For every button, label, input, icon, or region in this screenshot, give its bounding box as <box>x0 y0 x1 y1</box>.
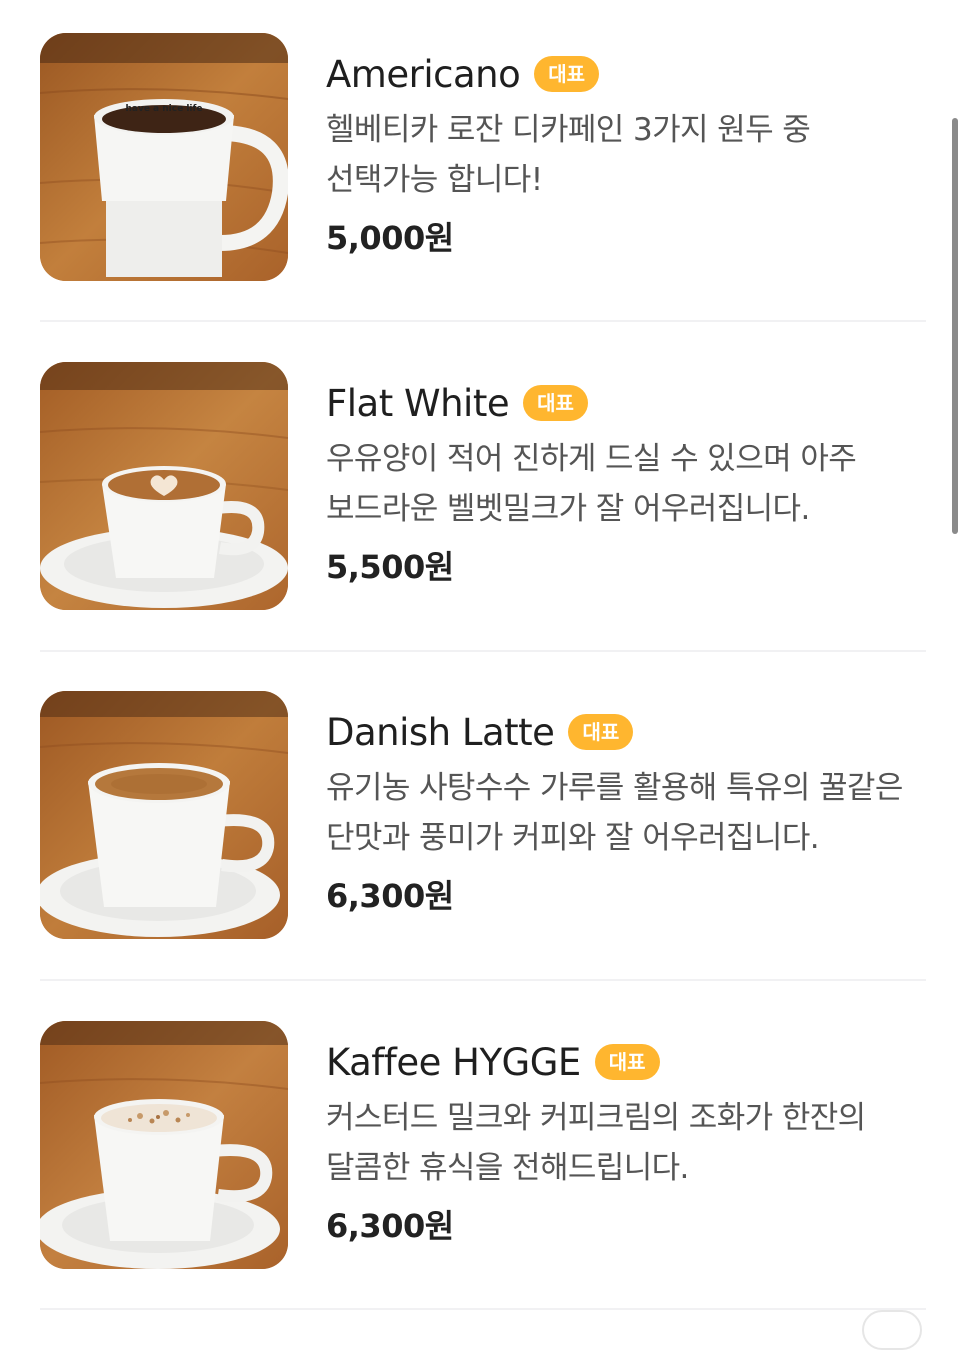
menu-item-price: 6,300원 <box>326 1207 454 1245</box>
menu-item-info: Flat White 대표 우유양이 적어 진하게 드실 수 있으며 아주 보드… <box>326 376 926 588</box>
name-row: Flat White 대표 <box>326 376 926 430</box>
name-row: Danish Latte 대표 <box>326 705 926 759</box>
menu-item-info: Kaffee HYGGE 대표 커스터드 밀크와 커피크림의 조화가 한잔의 달… <box>326 1035 926 1247</box>
menu-item-info: Danish Latte 대표 유기농 사탕수수 가루를 활용해 특유의 꿀같은… <box>326 705 926 917</box>
signature-badge: 대표 <box>568 714 634 750</box>
menu-item-name: Americano <box>326 52 521 96</box>
menu-item-price: 6,300원 <box>326 877 454 915</box>
divider <box>40 650 926 652</box>
kaffee-hygge-cup-image <box>40 1021 288 1269</box>
divider <box>40 979 926 981</box>
name-row: Americano 대표 <box>326 47 926 101</box>
name-row: Kaffee HYGGE 대표 <box>326 1035 926 1089</box>
menu-item-description: 커스터드 밀크와 커피크림의 조화가 한잔의 달콤한 휴식을 전해드립니다. <box>326 1100 866 1186</box>
divider <box>40 1308 926 1310</box>
danish-latte-cup-image <box>40 691 288 939</box>
svg-text:have a nice life: have a nice life <box>125 104 202 114</box>
menu-item-americano[interactable]: have a nice life Americano 대표 헬베티카 로잔 디카… <box>40 33 926 281</box>
signature-badge: 대표 <box>594 1044 660 1080</box>
menu-item-name: Kaffee HYGGE <box>326 1040 581 1084</box>
americano-cup-image: have a nice life <box>40 33 288 281</box>
signature-badge: 대표 <box>523 385 588 421</box>
scrollbar[interactable] <box>952 118 958 534</box>
signature-badge: 대표 <box>534 56 600 92</box>
menu-item-name: Flat White <box>326 381 510 425</box>
menu-item-price: 5,500원 <box>326 548 454 586</box>
menu-item-info: Americano 대표 헬베티카 로잔 디카페인 3가지 원두 중 선택가능 … <box>326 47 926 259</box>
divider <box>40 320 926 322</box>
menu-item-name: Danish Latte <box>326 710 555 754</box>
menu-item-kaffee-hygge[interactable]: Kaffee HYGGE 대표 커스터드 밀크와 커피크림의 조화가 한잔의 달… <box>40 1021 926 1269</box>
flat-white-cup-image <box>40 362 288 610</box>
menu-item-danish-latte[interactable]: Danish Latte 대표 유기농 사탕수수 가루를 활용해 특유의 꿀같은… <box>40 691 926 939</box>
floating-button-edge[interactable] <box>862 1310 922 1350</box>
menu-item-description: 우유양이 적어 진하게 드실 수 있으며 아주 보드라운 벨벳밀크가 잘 어우러… <box>326 441 857 527</box>
menu-item-price: 5,000원 <box>326 219 454 257</box>
menu-item-description: 헬베티카 로잔 디카페인 3가지 원두 중 선택가능 합니다! <box>326 112 811 198</box>
menu-item-description: 유기농 사탕수수 가루를 활용해 특유의 꿀같은 단맛과 풍미가 커피와 잘 어… <box>326 770 903 856</box>
menu-item-flat-white[interactable]: Flat White 대표 우유양이 적어 진하게 드실 수 있으며 아주 보드… <box>40 362 926 610</box>
